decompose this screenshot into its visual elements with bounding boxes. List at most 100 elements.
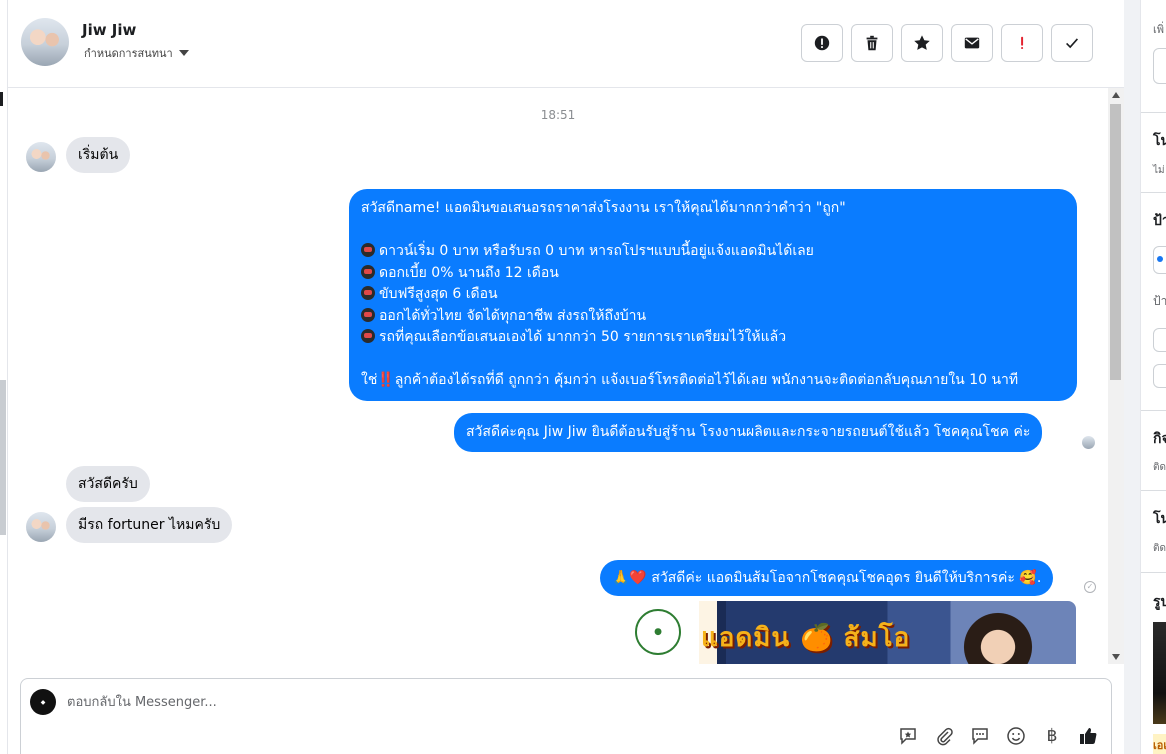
panel-section-sub: ติด: [1153, 462, 1166, 473]
company-logo-icon: ●: [635, 609, 681, 655]
message-line-text: สวัสดีค่ะ แอดมินส้มโอจากโชคคุณโชคอุดร ยิ…: [651, 570, 1015, 586]
reply-input[interactable]: [67, 689, 867, 715]
message-line: ดอกเบี้ย 0% นานถึง 12 เดือน: [361, 263, 1065, 285]
mark-done-button[interactable]: [1051, 24, 1093, 62]
mark-important-button[interactable]: [801, 24, 843, 62]
alert-circle-icon: [814, 35, 830, 51]
scrollbar-thumb[interactable]: [1110, 104, 1121, 380]
message-line-text: ดาวน์เริ่ม 0 บาท หรือรับรถ 0 บาท หารถโปร…: [379, 243, 814, 259]
chat-scrollbar[interactable]: [1108, 88, 1124, 664]
message-timestamp: 18:51: [540, 108, 576, 122]
message-line: รถที่คุณเลือกข้อเสนอเองได้ มากกว่า 50 รา…: [361, 327, 1065, 349]
message-line: สวัสดีname! แอดมินขอเสนอรถราคาส่งโรงงาน …: [361, 200, 846, 216]
message-outgoing-welcome[interactable]: สวัสดีค่ะคุณ Jiw Jiw ยินดีต้อนรับสู่ร้าน…: [454, 413, 1043, 452]
assign-conversation-dropdown[interactable]: กำหนดการสนทนา: [84, 44, 189, 62]
message-line-text: ลูกค้าต้องได้รถที่ดี ถูกกว่า คุ้มกว่า แจ…: [394, 372, 1019, 388]
panel-divider: [1141, 112, 1166, 113]
panel-checkbox[interactable]: [1153, 328, 1166, 352]
read-receipt-avatar: [1082, 436, 1095, 449]
message-incoming[interactable]: เริ่มต้น: [66, 137, 131, 173]
panel-divider: [1141, 490, 1166, 491]
scroll-up-arrow-icon[interactable]: [1112, 92, 1120, 98]
message-line-text: ใช่: [361, 372, 378, 388]
message-incoming[interactable]: สวัสดีครับ: [66, 466, 150, 502]
contact-avatar[interactable]: [21, 18, 69, 66]
header-actions: [801, 24, 1093, 62]
message-outgoing-promo[interactable]: สวัสดีname! แอดมินขอเสนอรถราคาส่งโรงงาน …: [349, 189, 1077, 401]
star-icon: [914, 35, 930, 50]
emoji-button[interactable]: [1005, 725, 1027, 747]
panel-section-title: กิจ: [1153, 431, 1166, 447]
promo-image-attachment[interactable]: ● แอดมิน 🍊 ส้มโอ: [627, 601, 1076, 664]
check-icon: [1066, 38, 1079, 49]
scroll-down-arrow-icon[interactable]: [1112, 654, 1120, 660]
message-line-blank: [361, 220, 1065, 242]
car-emoji-icon: [361, 307, 375, 322]
panel-tag-dot: [1157, 256, 1163, 262]
car-emoji-icon: [361, 243, 375, 257]
like-button[interactable]: [1077, 725, 1099, 747]
message-line: ออกได้ทั่วไทย จัดได้ทุกอาชีพ ส่งรถให้ถึง…: [361, 306, 1065, 328]
message-line-text: ออกได้ทั่วไทย จัดได้ทุกอาชีพ ส่งรถให้ถึง…: [379, 307, 647, 324]
message-line: ใช่‼️ลูกค้าต้องได้รถที่ดี ถูกกว่า คุ้มกว…: [361, 370, 1065, 392]
smiley-icon: [1007, 727, 1025, 745]
panel-section-sub: ติด: [1153, 543, 1166, 554]
car-emoji-icon: [361, 329, 375, 343]
message-thread[interactable]: 18:51 เริ่มต้น สวัสดีname! แอดมินขอเสนอร…: [8, 88, 1124, 664]
contact-details-panel: เพิ่ โน ไม่ ป้า ป้า กิจ ติด โน ติด รูป เ…: [1140, 0, 1166, 754]
sender-avatar[interactable]: [26, 512, 56, 542]
message-outgoing-greeting[interactable]: 🙏❤️ สวัสดีค่ะ แอดมินส้มโอจากโชคคุณโชคอุด…: [600, 560, 1054, 596]
mark-spam-button[interactable]: [1001, 24, 1043, 62]
star-button[interactable]: [901, 24, 943, 62]
panel-input[interactable]: [1153, 48, 1166, 84]
panel-section-title: โน: [1153, 511, 1166, 527]
panel-gutter: [1124, 0, 1140, 754]
mark-unread-button[interactable]: [951, 24, 993, 62]
page: Jiw Jiw กำหนดการสนทนา 18:51 เริ่มต้น สวั…: [0, 0, 1166, 754]
saved-reply-button[interactable]: [897, 725, 919, 747]
page-avatar: ◆: [30, 689, 56, 715]
sent-check-icon: ✓: [1084, 581, 1096, 593]
baht-icon: ฿: [1046, 726, 1058, 746]
car-emoji-icon: [361, 286, 375, 300]
trash-icon: [866, 35, 878, 51]
promo-image-title: แอดมิน 🍊 ส้มโอ: [701, 623, 911, 653]
panel-divider: [1141, 192, 1166, 193]
attach-file-button[interactable]: [933, 725, 955, 747]
collapse-handle[interactable]: [0, 92, 3, 106]
car-emoji-icon: [361, 264, 375, 279]
message-line-text: ดอกเบี้ย 0% นานถึง 12 เดือน: [379, 264, 559, 281]
panel-media-thumbnail[interactable]: [1153, 622, 1166, 724]
quick-reply-button[interactable]: [969, 725, 991, 747]
message-composer: ◆ ฿: [20, 678, 1112, 754]
left-edge: [0, 0, 8, 754]
exclamation-icon: [1021, 36, 1024, 50]
panel-section-sub: ไม่: [1153, 165, 1165, 176]
payment-button[interactable]: ฿: [1041, 725, 1063, 747]
admin-photo: [963, 611, 1033, 664]
left-scrollbar[interactable]: [0, 380, 6, 535]
panel-section-title: ป้า: [1153, 213, 1166, 229]
panel-divider: [1141, 572, 1166, 573]
speech-bubble-icon: [972, 728, 988, 745]
assign-conversation-label: กำหนดการสนทนา: [84, 47, 173, 60]
panel-media-caption: เอเ: [1153, 739, 1166, 752]
conversation-header: Jiw Jiw กำหนดการสนทนา: [8, 0, 1124, 88]
thumbs-up-icon: [1080, 728, 1097, 744]
paperclip-icon: [937, 727, 953, 746]
panel-section-title: รูป: [1153, 594, 1166, 610]
panel-text: เพิ่: [1153, 23, 1165, 36]
message-line: ดาวน์เริ่ม 0 บาท หรือรับรถ 0 บาท หารถโปร…: [361, 241, 1065, 263]
envelope-icon: [964, 37, 980, 49]
panel-checkbox[interactable]: [1153, 364, 1166, 388]
panel-section-sub: ป้า: [1153, 294, 1166, 308]
message-incoming[interactable]: มีรถ fortuner ไหมครับ: [66, 507, 233, 543]
message-line: ขับฟรีสูงสุด 6 เดือน: [361, 284, 1065, 306]
prayer-heart-emoji-icon: 🙏❤️: [612, 570, 647, 586]
caret-down-icon: [178, 50, 189, 56]
contact-name[interactable]: Jiw Jiw: [82, 21, 136, 39]
sender-avatar[interactable]: [26, 142, 56, 172]
panel-divider: [1141, 410, 1166, 411]
panel-section-title: โน: [1153, 133, 1166, 149]
delete-button[interactable]: [851, 24, 893, 62]
